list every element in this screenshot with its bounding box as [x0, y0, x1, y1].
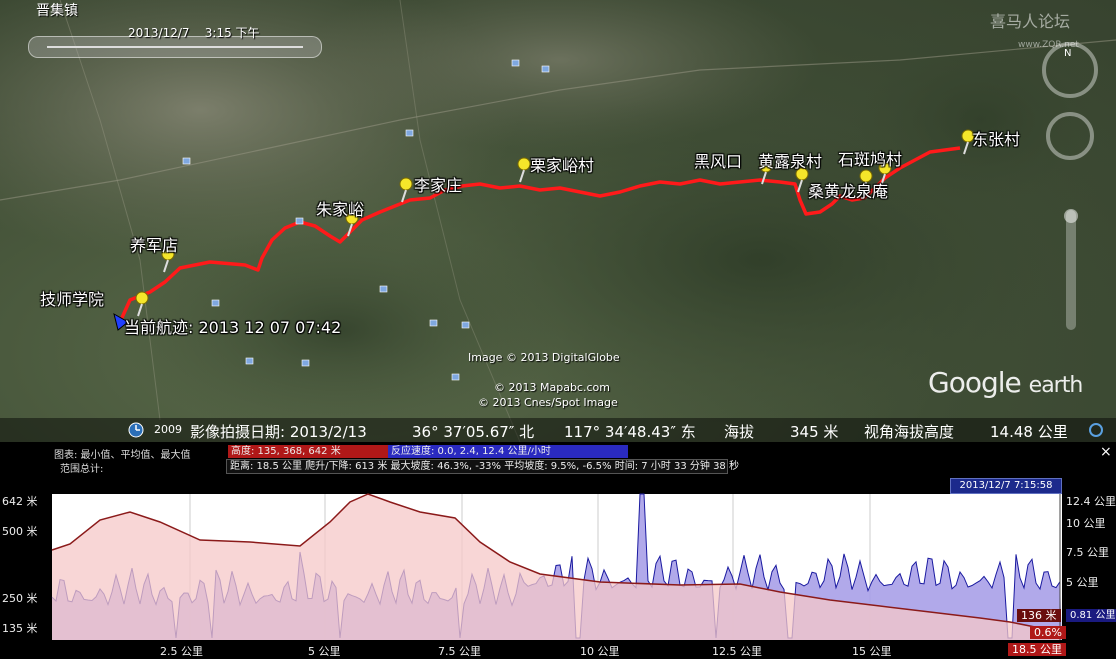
- watermark: 喜马人论坛: [990, 12, 1071, 31]
- cursor-elevation-tag: 136 米: [1017, 609, 1061, 622]
- look-control[interactable]: [1046, 112, 1094, 160]
- waypoint-label[interactable]: 技师学院: [40, 286, 104, 310]
- x-axis-label: 15 公里: [852, 645, 892, 658]
- time-slider-date: 2013/12/7: [128, 26, 190, 40]
- right-axis-label: 12.4 公里: [1066, 495, 1116, 508]
- google-earth-window: 东张村 石斑鸠村 黄露泉村 黑风口 桑黄龙泉庵 栗家峪村 李家庄 朱家峪 养军店…: [0, 0, 1116, 659]
- navigation-controls[interactable]: N: [1040, 40, 1110, 340]
- imagery-year: 2009: [154, 423, 182, 436]
- imagery-date: 影像拍摄日期: 2013/2/13: [190, 423, 367, 441]
- status-bar: 2009 影像拍摄日期: 2013/2/13 36° 37′05.67″ 北 1…: [0, 418, 1116, 442]
- google-earth-logo: Google earth: [928, 366, 1084, 399]
- left-axis-label: 500 米: [2, 525, 38, 538]
- time-slider-time: 3:15 下午: [204, 26, 260, 40]
- copyright-text: © 2013 Mapabc.com: [494, 381, 610, 394]
- svg-text:N: N: [1064, 48, 1071, 59]
- left-axis-label: 642 米: [2, 495, 38, 508]
- waypoint-label[interactable]: 养军店: [130, 232, 178, 256]
- longitude: 117° 34′48.43″ 东: [564, 423, 696, 441]
- waypoint-label[interactable]: 黄露泉村: [758, 148, 822, 172]
- zoom-slider[interactable]: [1066, 210, 1076, 330]
- logo-brand: Google: [928, 366, 1022, 399]
- copyright-text: © 2013 Cnes/Spot Image: [478, 396, 618, 409]
- satellite-map[interactable]: 东张村 石斑鸠村 黄露泉村 黑风口 桑黄龙泉庵 栗家峪村 李家庄 朱家峪 养军店…: [0, 0, 1116, 442]
- elevation-label: 海拔: [724, 423, 755, 441]
- waypoint-label[interactable]: 朱家峪: [316, 196, 364, 220]
- eye-altitude-value: 14.48 公里: [990, 423, 1068, 441]
- x-axis-label: 10 公里: [580, 645, 620, 658]
- right-axis-label: 5 公里: [1066, 576, 1099, 589]
- cursor-speed-tag: 0.81 公里: [1066, 609, 1116, 622]
- right-axis-label: 10 公里: [1066, 517, 1106, 530]
- zoom-in-icon[interactable]: [1064, 209, 1078, 223]
- streaming-icon: [1089, 423, 1103, 437]
- waypoint-label[interactable]: 栗家峪村: [530, 152, 594, 176]
- pushpin-icon[interactable]: [396, 176, 416, 204]
- left-axis-label: 135 米: [2, 622, 38, 635]
- time-slider-text: 2013/12/7 3:15 下午: [128, 24, 260, 41]
- eye-altitude-label: 视角海拔高度: [864, 423, 955, 441]
- x-axis-label: 12.5 公里: [712, 645, 762, 658]
- x-axis-label: 5 公里: [308, 645, 341, 658]
- waypoint-label[interactable]: 黑风口: [694, 148, 742, 172]
- cursor-grade-tag: 0.6%: [1030, 626, 1066, 639]
- x-axis-label: 2.5 公里: [160, 645, 203, 658]
- historical-imagery-icon[interactable]: [128, 422, 144, 438]
- waypoint-label[interactable]: 李家庄: [414, 172, 462, 196]
- elevation-chart[interactable]: [0, 442, 1116, 659]
- waypoint-label[interactable]: 桑黄龙泉庵: [808, 178, 888, 202]
- elevation-value: 345 米: [790, 423, 839, 441]
- latitude: 36° 37′05.67″ 北: [412, 423, 535, 441]
- current-track-label: 当前航迹: 2013 12 07 07:42: [124, 318, 342, 337]
- town-label: 晋集镇: [36, 3, 78, 19]
- cursor-distance-tag: 18.5 公里: [1008, 643, 1066, 656]
- left-axis-label: 250 米: [2, 592, 38, 605]
- waypoint-label[interactable]: 石斑鸠村: [838, 146, 902, 170]
- copyright-text: Image © 2013 DigitalGlobe: [468, 351, 620, 364]
- waypoint-label[interactable]: 东张村: [972, 126, 1020, 150]
- right-axis-label: 7.5 公里: [1066, 546, 1109, 559]
- logo-product: earth: [1028, 373, 1084, 398]
- cursor-date: 2013/12/7 7:15:58: [950, 478, 1062, 494]
- x-axis-label: 7.5 公里: [438, 645, 481, 658]
